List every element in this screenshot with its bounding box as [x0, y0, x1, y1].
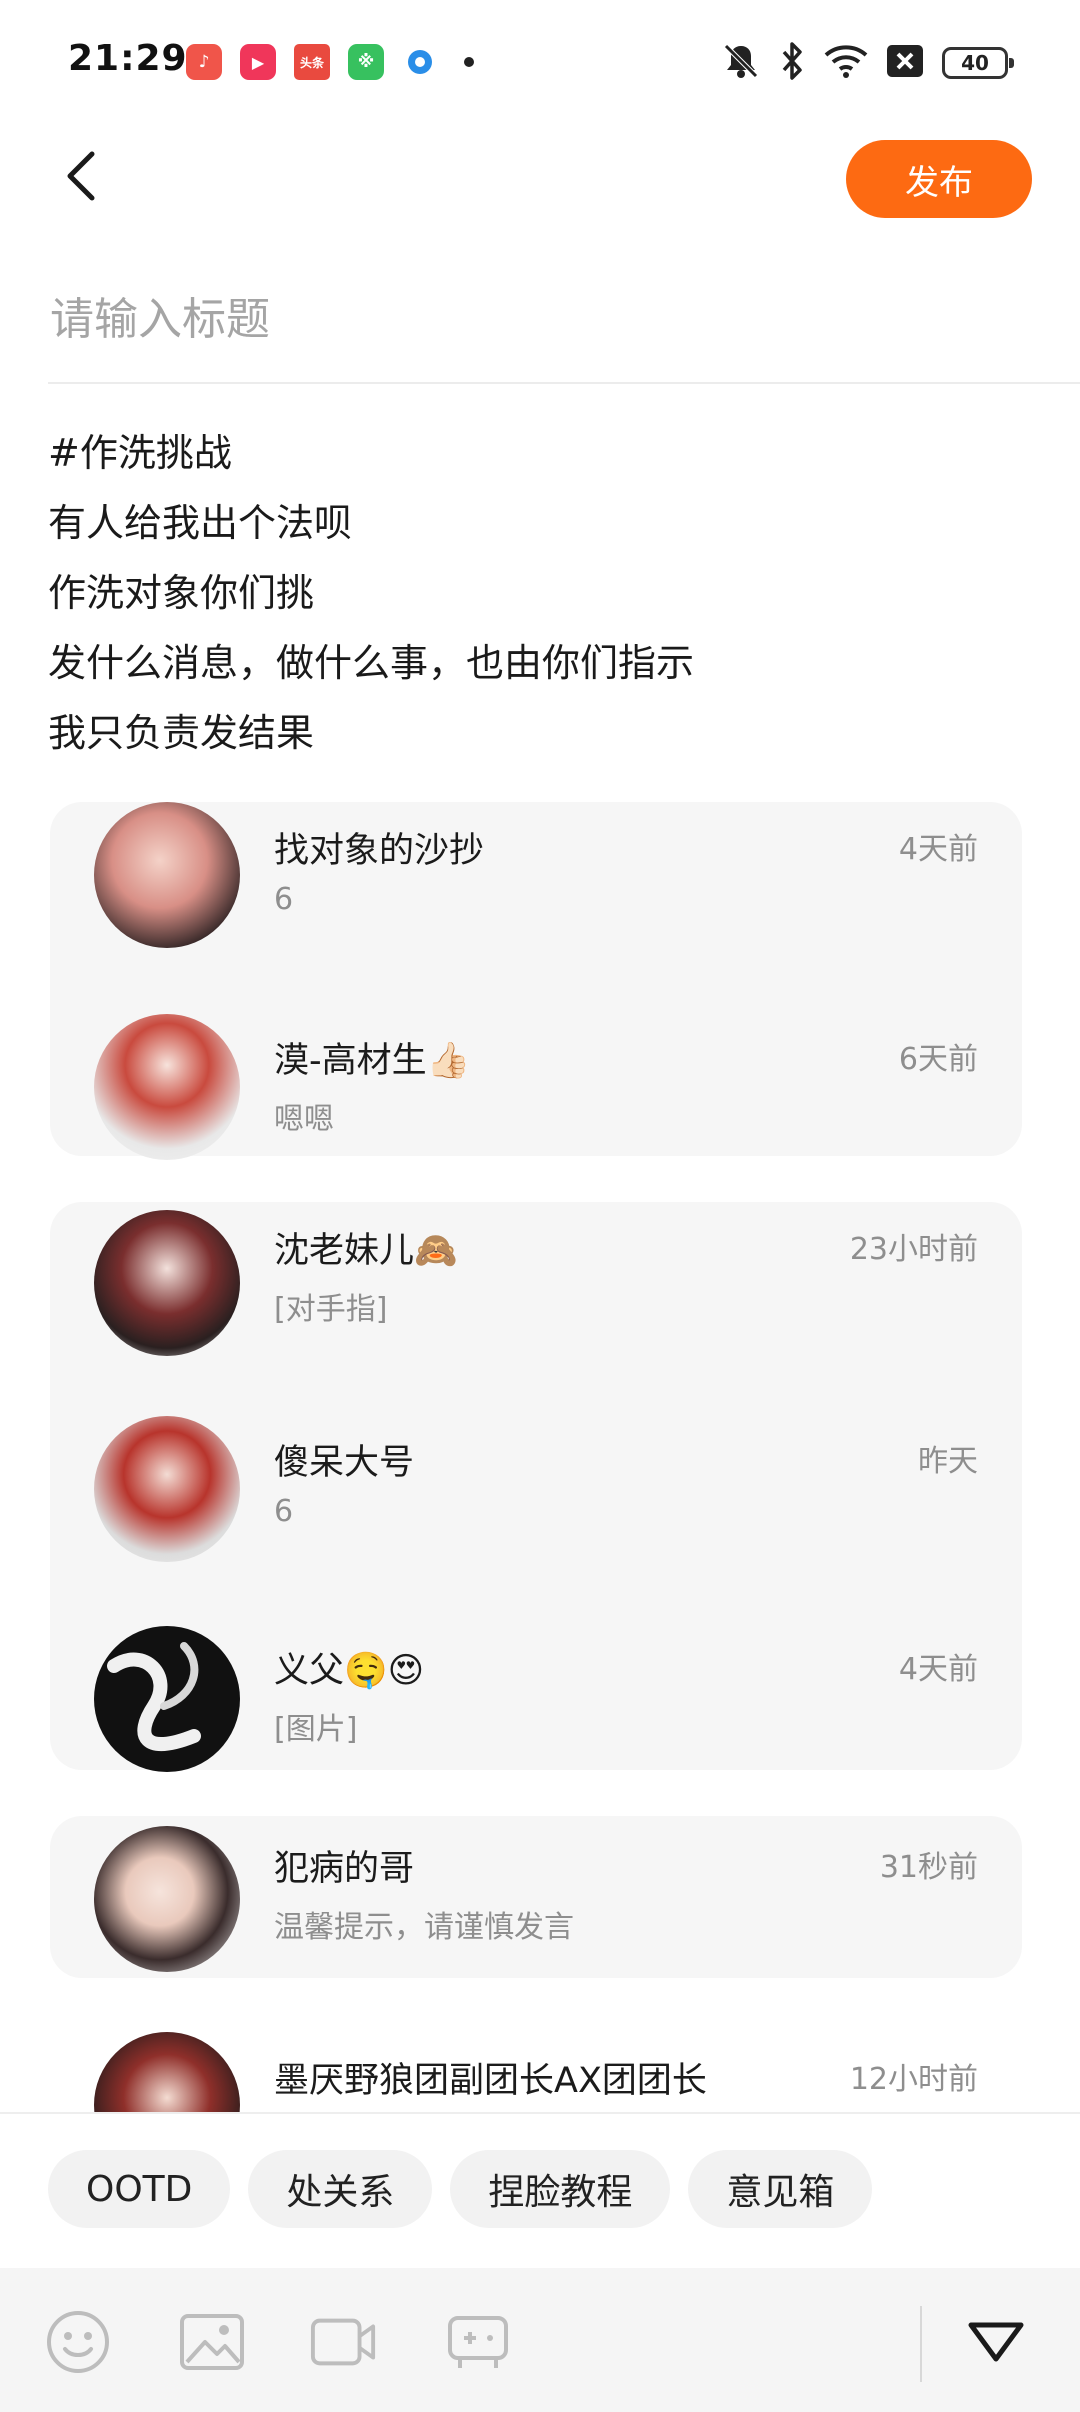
body-line: 作洗对象你们挑	[48, 571, 315, 615]
video-icon[interactable]	[310, 2308, 378, 2376]
title-input[interactable]	[50, 280, 1030, 358]
avatar	[94, 1014, 240, 1160]
chat-list-item[interactable]: 犯病的哥 温馨提示，请谨慎发言 31秒前	[50, 1826, 1022, 2006]
chat-preview: [图片]	[274, 1712, 358, 1747]
post-editor-screen: 21:29 ♪ ▶ 头条 ※ 40 发布 请输入标题 #作洗挑战 有人给我出个法…	[0, 0, 1080, 2412]
chat-name: 犯病的哥	[274, 1849, 415, 1889]
collapse-icon[interactable]	[962, 2308, 1030, 2376]
chat-name: 墨厌野狼团副团长AX团团长	[274, 2061, 707, 2101]
avatar	[94, 1416, 240, 1562]
chat-list-item[interactable]: 义父🤤😍 [图片] 4天前	[50, 1626, 1022, 1806]
chat-list-item[interactable]: 傻呆大号 6 昨天	[50, 1416, 1022, 1596]
topic-chip[interactable]: 意见箱	[688, 2150, 873, 2228]
topic-chips: OOTD 处关系 捏脸教程 意见箱	[48, 2150, 873, 2228]
chat-time: 31秒前	[879, 1850, 978, 1885]
wifi-icon	[824, 43, 868, 83]
chat-time: 昨天	[918, 1444, 978, 1479]
notification-app-icons: ♪ ▶ 头条 ※	[186, 44, 474, 80]
chat-preview: 嗯嗯	[274, 1102, 334, 1137]
music-app-icon: ♪	[186, 44, 222, 80]
toutiao-app-icon: 头条	[294, 44, 330, 80]
avatar	[94, 1826, 240, 1972]
status-bar: 21:29 ♪ ▶ 头条 ※ 40	[0, 0, 1080, 120]
chevron-left-icon	[67, 151, 95, 201]
system-status-icons: 40	[720, 40, 1014, 86]
chat-name: 义父🤤😍	[274, 1651, 425, 1691]
body-line: 有人给我出个法呗	[48, 501, 353, 545]
post-body-editor[interactable]: #作洗挑战 有人给我出个法呗 作洗对象你们挑 发什么消息，做什么事，也由你们指示…	[48, 418, 1028, 768]
emoji-icon[interactable]	[44, 2308, 112, 2376]
chat-preview: [对手指]	[274, 1292, 388, 1327]
title-divider	[48, 382, 1080, 384]
topic-chip[interactable]: OOTD	[48, 2150, 231, 2228]
battery-indicator: 40	[942, 47, 1014, 79]
chat-name: 傻呆大号	[274, 1443, 415, 1483]
chat-preview: 6	[274, 882, 294, 917]
browser-app-icon	[402, 44, 438, 80]
chat-name: 漠-高材生👍🏻	[274, 1041, 471, 1081]
avatar	[94, 802, 240, 948]
mute-icon	[720, 40, 762, 86]
chat-list-item[interactable]: 漠-高材生👍🏻 嗯嗯 6天前	[50, 1014, 1022, 1194]
topic-chip-bar: OOTD 处关系 捏脸教程 意见箱	[0, 2112, 1080, 2268]
chat-list-item[interactable]: 找对象的沙抄 6 4天前	[50, 802, 1022, 982]
back-button[interactable]	[44, 140, 116, 212]
publish-button[interactable]: 发布	[846, 140, 1032, 218]
chat-time: 12小时前	[849, 2062, 978, 2097]
avatar	[94, 1210, 240, 1356]
topic-chip[interactable]: 处关系	[248, 2150, 433, 2228]
chat-preview: 温馨提示，请谨慎发言	[274, 1910, 574, 1945]
chat-name: 找对象的沙抄	[274, 831, 485, 871]
more-notifications-dot	[464, 57, 474, 67]
chat-list-item[interactable]: 沈老妹儿🙈 [对手指] 23小时前	[50, 1210, 1022, 1390]
avatar-art	[107, 1642, 201, 1752]
chat-time: 6天前	[898, 1042, 978, 1077]
topic-chip[interactable]: 捏脸教程	[450, 2150, 671, 2228]
avatar	[94, 1626, 240, 1772]
status-time: 21:29	[68, 38, 188, 79]
image-icon[interactable]	[178, 2308, 246, 2376]
chat-preview: 6	[274, 1494, 294, 1529]
body-line: 我只负责发结果	[48, 711, 315, 755]
body-line: 发什么消息，做什么事，也由你们指示	[48, 641, 695, 685]
chat-card: 找对象的沙抄 6 4天前 漠-高材生👍🏻 嗯嗯 6天前	[50, 802, 1022, 1160]
chat-time: 23小时前	[849, 1232, 978, 1267]
chat-card: 沈老妹儿🙈 [对手指] 23小时前 傻呆大号 6 昨天 义父🤤😍 [图片] 4天…	[50, 1202, 1022, 1772]
sim-off-icon	[886, 44, 924, 82]
game-controller-icon[interactable]	[444, 2308, 512, 2376]
chat-time: 4天前	[898, 1652, 978, 1687]
bottom-toolbar	[0, 2268, 1080, 2412]
body-line: #作洗挑战	[48, 431, 232, 475]
chat-card: 犯病的哥 温馨提示，请谨慎发言 31秒前	[50, 1816, 1022, 1978]
video-app-icon: ▶	[240, 44, 276, 80]
green-app-icon: ※	[348, 44, 384, 80]
chat-name: 沈老妹儿🙈	[274, 1231, 458, 1271]
chat-time: 4天前	[898, 832, 978, 867]
toolbar-separator	[920, 2306, 922, 2382]
bluetooth-icon	[780, 41, 806, 85]
